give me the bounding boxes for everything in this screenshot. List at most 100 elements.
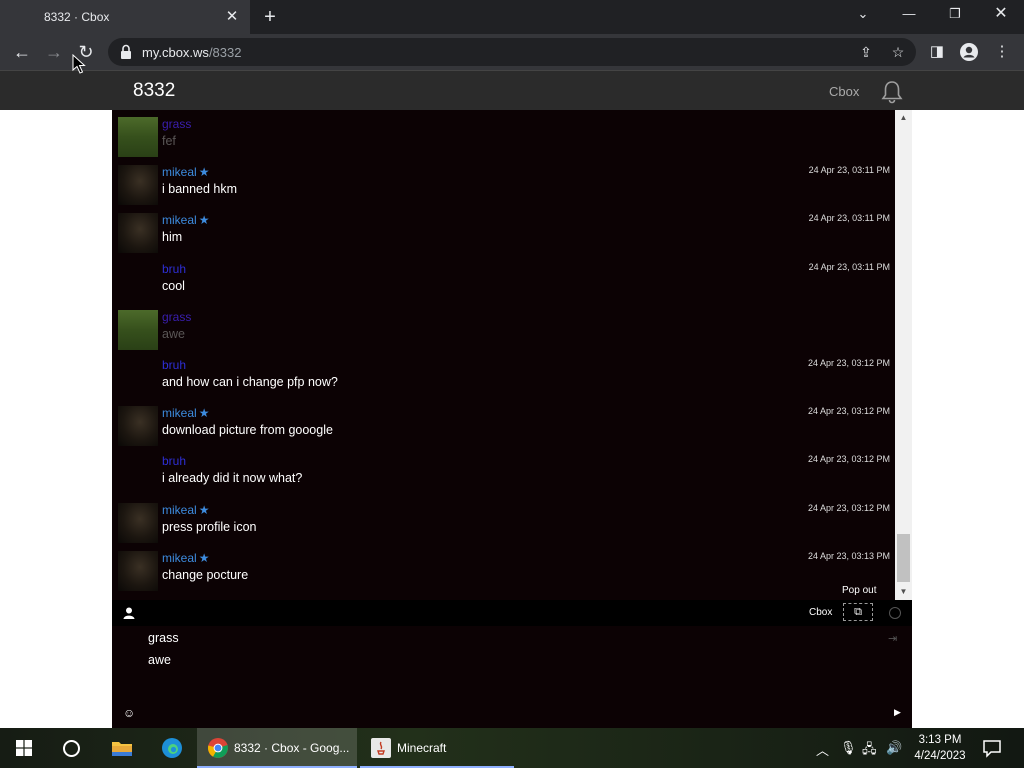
star-badge-icon: ★ bbox=[198, 551, 210, 565]
author-name: mikeal bbox=[162, 406, 197, 420]
scroll-up-arrow[interactable]: ▲ bbox=[895, 110, 912, 126]
chat-message: mikeal ★ change pocture 24 Apr 23, 03:13 PM bbox=[118, 549, 894, 593]
online-user[interactable]: awe bbox=[148, 653, 171, 667]
chat-message: bruh and how can i change pfp now? 24 Apr … bbox=[118, 356, 894, 400]
star-badge-icon: ★ bbox=[198, 213, 210, 227]
chat-message: grass fef bbox=[118, 115, 894, 159]
back-icon[interactable]: ← bbox=[10, 40, 34, 64]
message-text: awe bbox=[162, 327, 185, 341]
message-text: press profile icon bbox=[162, 520, 257, 534]
message-author[interactable]: grass bbox=[162, 117, 191, 131]
page-title: 8332 bbox=[133, 80, 176, 101]
message-timestamp: 24 Apr 23, 03:12 PM bbox=[807, 454, 890, 464]
windows-start-icon[interactable] bbox=[16, 740, 32, 756]
taskbar: 8332 · Cbox - Goog... Minecraft ︿ 🎙 🖧 🔊 3… bbox=[0, 728, 1024, 768]
users-panel: grass awe ⇥ ☺ ▶ bbox=[112, 626, 912, 728]
message-author[interactable]: mikeal ★ bbox=[162, 551, 209, 565]
avatar[interactable] bbox=[118, 503, 158, 543]
chat-message: mikeal ★ download picture from gooogle 24 A… bbox=[118, 404, 894, 448]
new-tab-button[interactable]: + bbox=[260, 6, 280, 28]
emoji-icon[interactable]: ☺ bbox=[123, 706, 135, 720]
message-timestamp: 24 Apr 23, 03:12 PM bbox=[807, 358, 890, 368]
avatar[interactable] bbox=[118, 165, 158, 205]
tab-close-icon[interactable]: ✕ bbox=[222, 7, 242, 27]
message-list: grass fef mikeal ★ i banned hkm 24 Apr 23, 03… bbox=[112, 110, 895, 600]
message-text: and how can i change pfp now? bbox=[162, 375, 338, 389]
volume-icon[interactable]: 🔊 bbox=[886, 740, 902, 756]
author-name: grass bbox=[162, 117, 192, 131]
message-author[interactable]: mikeal ★ bbox=[162, 406, 209, 420]
avatar[interactable] bbox=[118, 213, 158, 253]
close-window-icon[interactable]: ✕ bbox=[989, 4, 1013, 24]
message-author[interactable]: bruh bbox=[162, 358, 186, 372]
chat-message: grass awe bbox=[118, 308, 894, 352]
message-author[interactable]: bruh bbox=[162, 262, 186, 276]
share-icon[interactable]: ⇪ bbox=[856, 42, 876, 62]
side-panel-icon[interactable]: ◨ bbox=[927, 42, 947, 62]
message-timestamp: 24 Apr 23, 03:11 PM bbox=[808, 165, 890, 175]
cbox-link[interactable]: Cbox bbox=[829, 84, 859, 99]
chat-message: bruh cool 24 Apr 23, 03:11 PM bbox=[118, 260, 894, 304]
login-icon[interactable]: ⇥ bbox=[888, 632, 897, 645]
author-name: bruh bbox=[162, 454, 187, 468]
address-bar[interactable]: my.cbox.ws/8332 ⇪ ☆ bbox=[108, 38, 916, 66]
cortana-search-icon[interactable] bbox=[63, 740, 80, 757]
avatar[interactable] bbox=[118, 310, 158, 350]
scroll-thumb[interactable] bbox=[897, 534, 910, 582]
cbox-header: 8332 Cbox bbox=[0, 70, 1024, 110]
profile-icon[interactable] bbox=[959, 42, 979, 62]
send-arrow-icon[interactable]: ▶ bbox=[894, 707, 901, 718]
chat-footer: Cbox ⧉ bbox=[112, 600, 912, 626]
popout-tooltip: Pop out bbox=[842, 585, 877, 596]
lock-icon bbox=[121, 44, 131, 59]
mouse-cursor-icon bbox=[72, 54, 86, 74]
browser-tab[interactable]: 8332 · Cbox ✕ bbox=[0, 0, 250, 34]
bookmark-star-icon[interactable]: ☆ bbox=[888, 42, 908, 62]
scrollbar[interactable]: ▲ ▼ bbox=[895, 110, 912, 600]
message-author[interactable]: grass bbox=[162, 310, 191, 324]
url-text: my.cbox.ws/8332 bbox=[142, 45, 241, 60]
avatar[interactable] bbox=[118, 117, 158, 157]
menu-icon[interactable]: ⋮ bbox=[992, 42, 1012, 62]
notification-icon[interactable] bbox=[982, 738, 1002, 758]
chrome-icon bbox=[207, 738, 228, 758]
cbox-brand-link[interactable]: Cbox bbox=[809, 607, 832, 618]
file-explorer-icon[interactable] bbox=[111, 737, 133, 759]
clock-date: 4/24/2023 bbox=[914, 750, 966, 762]
author-name: mikeal bbox=[162, 503, 197, 517]
microphone-icon[interactable]: 🎙 bbox=[840, 740, 857, 756]
avatar[interactable] bbox=[118, 406, 158, 446]
status-circle-icon[interactable] bbox=[889, 607, 901, 619]
message-timestamp: 24 Apr 23, 03:11 PM bbox=[808, 213, 890, 223]
external-link-icon: ⧉ bbox=[854, 606, 862, 618]
tab-search-icon[interactable]: ⌄ bbox=[851, 4, 875, 24]
message-text: i already did it now what? bbox=[162, 471, 303, 485]
forward-icon[interactable]: → bbox=[42, 40, 66, 64]
message-text: him bbox=[162, 230, 183, 244]
minimize-icon[interactable]: ― bbox=[897, 4, 921, 24]
chat-message: mikeal ★ press profile icon 24 Apr 23, 03:1… bbox=[118, 501, 894, 545]
edge-icon[interactable] bbox=[161, 737, 183, 759]
screen: 8332 · Cbox ✕ + ⌄ ― ❐ ✕ ← → ↻ my.cbox.ws… bbox=[0, 0, 1024, 768]
tray-overflow-icon[interactable]: ︿ bbox=[816, 740, 829, 759]
message-timestamp: 24 Apr 23, 03:12 PM bbox=[807, 406, 890, 416]
browser-tab-strip: 8332 · Cbox ✕ + ⌄ ― ❐ ✕ bbox=[0, 0, 1024, 34]
message-author[interactable]: mikeal ★ bbox=[162, 503, 209, 517]
clock[interactable]: 3:13 PM 4/24/2023 bbox=[912, 732, 968, 764]
bell-icon[interactable] bbox=[879, 79, 905, 105]
user-icon[interactable] bbox=[122, 606, 136, 620]
message-author[interactable]: mikeal ★ bbox=[162, 213, 209, 227]
popout-button[interactable]: ⧉ bbox=[843, 603, 873, 621]
chat-message: bruh i already did it now what? 24 Apr 23,… bbox=[118, 452, 894, 496]
restore-icon[interactable]: ❐ bbox=[943, 4, 967, 24]
favicon-icon bbox=[17, 11, 29, 23]
message-author[interactable]: bruh bbox=[162, 454, 186, 468]
scroll-down-arrow[interactable]: ▼ bbox=[895, 584, 912, 600]
taskbar-app-button[interactable]: Minecraft bbox=[360, 728, 514, 768]
message-timestamp: 24 Apr 23, 03:11 PM bbox=[808, 262, 890, 272]
online-user[interactable]: grass bbox=[148, 631, 179, 645]
avatar[interactable] bbox=[118, 551, 158, 591]
network-icon[interactable]: 🖧 bbox=[862, 740, 877, 762]
taskbar-app-button[interactable]: 8332 · Cbox - Goog... bbox=[197, 728, 357, 768]
message-author[interactable]: mikeal ★ bbox=[162, 165, 209, 179]
